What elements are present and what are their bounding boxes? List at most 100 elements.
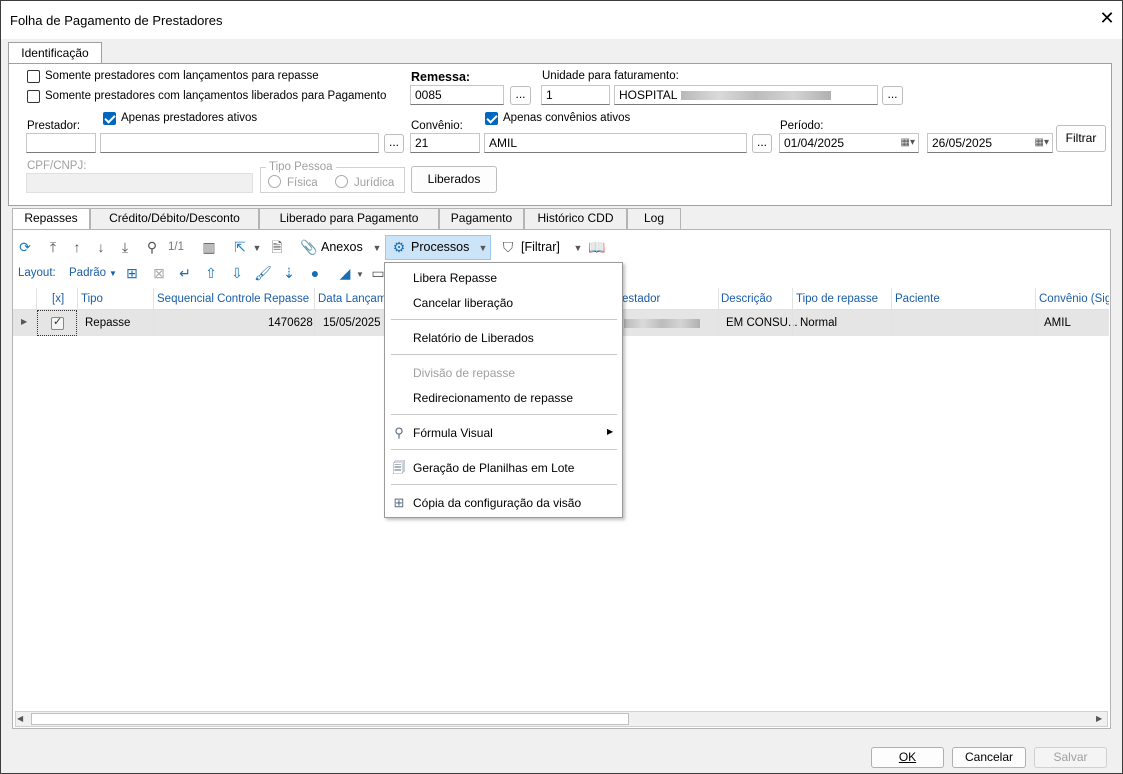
menu-item-formula-visual[interactable]: Fórmula Visual: [413, 426, 493, 440]
radio-fisica[interactable]: [268, 175, 281, 188]
add-layout-icon[interactable]: ⊞: [123, 264, 141, 282]
chevron-down-icon[interactable]: ▼: [368, 239, 386, 257]
prestador-lookup-button[interactable]: ...: [384, 134, 404, 153]
salvar-button[interactable]: Salvar: [1034, 747, 1107, 768]
ok-button[interactable]: OK: [871, 747, 944, 768]
column-separator: [1035, 288, 1036, 336]
close-icon[interactable]: ✕: [1098, 9, 1116, 29]
unidade-code-field[interactable]: 1: [541, 85, 610, 105]
apply-layout-icon[interactable]: ↵: [176, 264, 194, 282]
header-sequencial[interactable]: Sequencial Controle Repasse: [157, 293, 309, 305]
remessa-lookup-button[interactable]: ...: [510, 86, 531, 105]
checkbox-somente-liberados[interactable]: [27, 90, 40, 103]
gear-icon: ⚙: [392, 239, 406, 255]
document-icon[interactable]: 🗎: [268, 238, 286, 256]
calendar-dropdown-icon[interactable]: ▦▾: [1035, 137, 1049, 148]
book-icon[interactable]: 📖: [588, 238, 606, 256]
cell-convenio: AMIL: [1044, 317, 1071, 329]
cell-sequencial: 1470628: [268, 317, 313, 329]
convenio-name-field[interactable]: AMIL: [484, 133, 747, 153]
apenas-convenios-label: Apenas convênios ativos: [503, 112, 631, 124]
menu-item-libera-repasse[interactable]: Libera Repasse: [413, 271, 497, 285]
menu-item-relatorio-liberados[interactable]: Relatório de Liberados: [413, 331, 534, 345]
chevron-down-icon[interactable]: ▼: [351, 266, 369, 284]
export-icon[interactable]: ⇱: [231, 238, 249, 256]
checkbox-somente-repasse[interactable]: [27, 70, 40, 83]
chevron-down-icon[interactable]: ▼: [474, 239, 492, 257]
spreadsheet-icon: 🗐: [392, 460, 406, 475]
refresh-icon[interactable]: ⟳: [16, 238, 34, 256]
tab-credito-debito[interactable]: Crédito/Débito/Desconto: [90, 208, 259, 229]
first-record-icon[interactable]: ⤒: [44, 238, 62, 256]
menu-item-cancelar-liberacao[interactable]: Cancelar liberação: [413, 296, 513, 310]
tab-repasses[interactable]: Repasses: [12, 208, 90, 230]
filtrar-toolbar-button[interactable]: [Filtrar]: [521, 240, 560, 254]
previous-record-icon[interactable]: ↑: [68, 238, 86, 256]
layout-select[interactable]: Padrão: [69, 267, 106, 279]
row-expand-icon[interactable]: ▶: [21, 317, 27, 326]
upload-icon[interactable]: ⇧: [202, 264, 220, 282]
columns-icon[interactable]: ▥: [200, 238, 218, 256]
prestador-name-field[interactable]: [100, 133, 379, 153]
calendar-dropdown-icon[interactable]: ▦▾: [901, 137, 915, 148]
menu-item-divisao-repasse[interactable]: Divisão de repasse: [413, 366, 515, 380]
delete-layout-icon[interactable]: ⊠: [150, 264, 168, 282]
menu-item-copia-configuracao[interactable]: Cópia da configuração da visão: [413, 496, 581, 510]
header-paciente[interactable]: Paciente: [895, 293, 940, 305]
paint-icon[interactable]: 🖌: [254, 264, 272, 282]
menu-item-geracao-planilhas[interactable]: Geração de Planilhas em Lote: [413, 461, 574, 475]
shapes-icon[interactable]: ●: [306, 264, 324, 282]
header-tipo-repasse[interactable]: Tipo de repasse: [796, 293, 878, 305]
search-icon[interactable]: ⚲: [143, 238, 161, 256]
scrollbar-thumb[interactable]: [31, 713, 629, 725]
filter-icon[interactable]: ⛉: [499, 238, 517, 256]
checkbox-apenas-prestadores[interactable]: [103, 112, 116, 125]
column-separator: [77, 288, 78, 336]
periodo-inicio-field[interactable]: 01/04/2025 ▦▾: [779, 133, 919, 153]
unidade-lookup-button[interactable]: ...: [882, 86, 903, 105]
download-icon[interactable]: ⇩: [228, 264, 246, 282]
chevron-down-icon[interactable]: ▼: [104, 265, 122, 283]
convenio-lookup-button[interactable]: ...: [752, 134, 772, 153]
layout-label: Layout:: [18, 267, 56, 279]
column-separator: [891, 288, 892, 336]
scroll-left-icon[interactable]: ◀: [17, 714, 23, 723]
remessa-field[interactable]: 0085: [410, 85, 504, 105]
checkbox-apenas-convenios[interactable]: [485, 112, 498, 125]
next-record-icon[interactable]: ↓: [92, 238, 110, 256]
periodo-fim-field[interactable]: 26/05/2025 ▦▾: [927, 133, 1053, 153]
last-record-icon[interactable]: ⤓: [116, 238, 134, 256]
tab-log[interactable]: Log: [627, 208, 681, 229]
header-convenio[interactable]: Convênio (Sigl: [1039, 293, 1109, 305]
radio-juridica[interactable]: [335, 175, 348, 188]
liberados-button[interactable]: Liberados: [411, 166, 497, 193]
chevron-down-icon[interactable]: ▼: [569, 239, 587, 257]
header-prestador[interactable]: estador: [622, 293, 660, 305]
cancelar-button[interactable]: Cancelar: [952, 747, 1026, 768]
periodo-label: Período:: [780, 120, 824, 132]
tab-historico-cdd[interactable]: Histórico CDD: [524, 208, 627, 229]
pin-icon[interactable]: ⇣: [280, 264, 298, 282]
chevron-down-icon[interactable]: ▼: [248, 239, 266, 257]
prestador-code-field[interactable]: [26, 133, 96, 153]
anexos-button[interactable]: Anexos: [321, 240, 363, 254]
fisica-label: Física: [287, 177, 318, 189]
unidade-name-field[interactable]: HOSPITAL: [614, 85, 878, 105]
scroll-right-icon[interactable]: ▶: [1096, 714, 1102, 723]
tab-pagamento[interactable]: Pagamento: [439, 208, 524, 229]
menu-item-redirecionamento[interactable]: Redirecionamento de repasse: [413, 391, 573, 405]
submenu-arrow-icon: ▶: [607, 427, 614, 436]
redacted-prestador: [624, 319, 700, 328]
header-descricao[interactable]: Descrição: [721, 293, 772, 305]
header-data-lancamento[interactable]: Data Lançame: [318, 293, 384, 305]
tab-liberado-pagamento[interactable]: Liberado para Pagamento: [259, 208, 439, 229]
header-select-all[interactable]: [x]: [52, 293, 64, 305]
column-separator: [718, 288, 719, 336]
column-separator: [153, 288, 154, 336]
tab-identificacao[interactable]: Identificação: [8, 42, 102, 63]
checkbox-somente-repasse-label: Somente prestadores com lançamentos para…: [45, 70, 319, 82]
filtrar-button[interactable]: Filtrar: [1056, 125, 1106, 152]
paperclip-icon[interactable]: 📎: [300, 238, 318, 256]
header-tipo[interactable]: Tipo: [81, 293, 103, 305]
convenio-code-field[interactable]: 21: [410, 133, 480, 153]
